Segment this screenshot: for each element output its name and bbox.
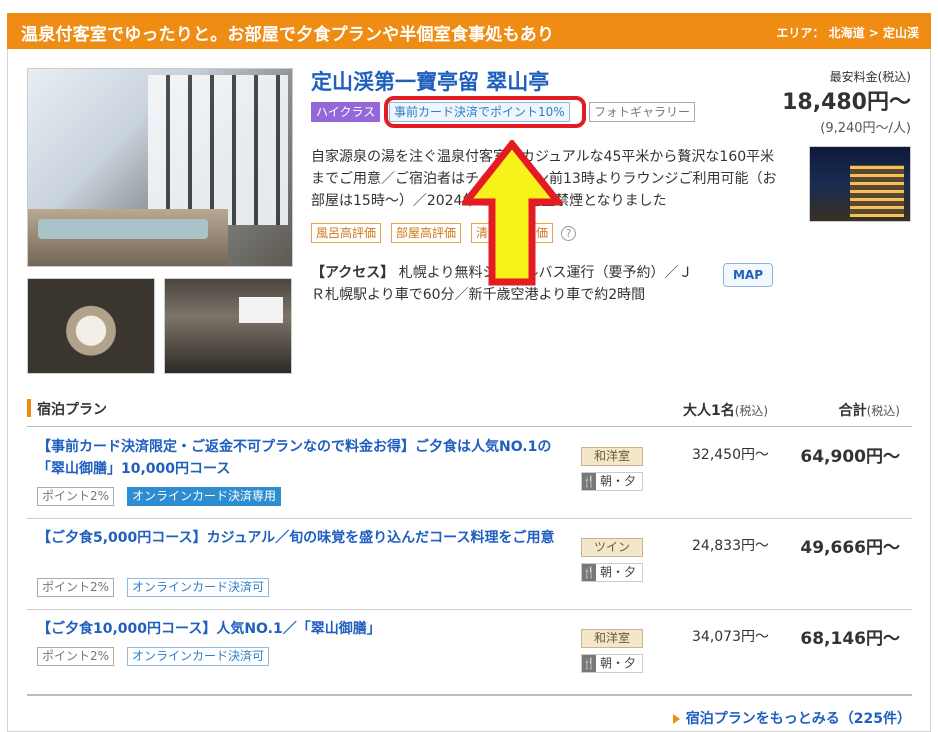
map-button[interactable]: MAP xyxy=(723,263,773,287)
more-plans-link[interactable]: 宿泊プランをもっとみる（225件） xyxy=(672,708,911,728)
plan-name-link[interactable]: 【ご夕食5,000円コース】カジュアル／旬の味覚を盛り込んだコース料理をご用意 xyxy=(37,527,567,549)
point-badge: ポイント2% xyxy=(37,647,115,666)
point-badge: ポイント2% xyxy=(37,578,115,597)
class-tag: ハイクラス xyxy=(311,102,381,122)
plan-row: 【ご夕食5,000円コース】カジュアル／旬の味覚を盛り込んだコース料理をご用意 … xyxy=(27,519,912,610)
triangle-right-icon xyxy=(672,714,680,724)
banner-title: 温泉付客室でゆったりと。お部屋で夕食プランや半個室食事処もあり xyxy=(21,25,555,45)
plan-row: 【事前カード決済限定・ご返金不可プランなので料金お得】ご夕食は人気NO.1の「翠… xyxy=(27,428,912,519)
fork-knife-icon: 🍴 xyxy=(582,655,596,672)
plan-section-title: 宿泊プラン xyxy=(37,402,107,418)
price-per-person: 32,450円～ xyxy=(692,447,769,463)
review-badge-room: 部屋高評価 xyxy=(391,223,462,243)
access-label: 【アクセス】 xyxy=(311,265,395,281)
photo-gallery-link[interactable]: フォトギャラリー xyxy=(589,102,696,122)
area-path[interactable]: 北海道 > 定山渓 xyxy=(829,26,919,40)
arrow-up-icon xyxy=(462,140,562,286)
area-breadcrumb: エリア： 北海道 > 定山渓 xyxy=(776,24,919,41)
sub-photo-lounge[interactable] xyxy=(164,278,292,374)
sub-photo-dish[interactable] xyxy=(27,278,155,374)
highlight-ring xyxy=(384,96,586,128)
main-photo-open-air-bath[interactable] xyxy=(27,68,293,267)
fork-knife-icon: 🍴 xyxy=(582,564,596,581)
payment-badge: オンラインカード決済可 xyxy=(127,647,270,666)
price-per-person: 34,073円～ xyxy=(692,629,769,645)
section-accent-bar xyxy=(27,399,31,417)
payment-badge: オンラインカード決済可 xyxy=(127,578,270,597)
area-prefix: エリア： xyxy=(776,26,825,40)
price-total: 68,146円～ xyxy=(800,629,900,649)
meal-badge: 🍴 朝・夕 xyxy=(581,563,643,582)
price-total: 49,666円～ xyxy=(800,538,900,558)
help-icon[interactable]: ? xyxy=(561,226,576,241)
payment-badge: オンラインカード決済専用 xyxy=(127,487,282,506)
min-price-label: 最安料金(税込) xyxy=(829,70,911,84)
total-column-header: 合計(税込) xyxy=(838,403,900,419)
plan-name-link[interactable]: 【ご夕食10,000円コース】人気NO.1／「翠山御膳」 xyxy=(37,618,567,640)
plan-row: 【ご夕食10,000円コース】人気NO.1／「翠山御膳」 ポイント2% オンライ… xyxy=(27,610,912,696)
review-badge-bath: 風呂高評価 xyxy=(311,223,382,243)
room-type-badge: ツイン xyxy=(581,538,643,557)
meal-badge: 🍴 朝・夕 xyxy=(581,472,643,491)
hotel-exterior-photo[interactable] xyxy=(809,146,911,222)
meal-badge: 🍴 朝・夕 xyxy=(581,654,643,673)
per-person-column-header: 大人1名(税込) xyxy=(683,403,769,419)
min-price: 18,480円～ xyxy=(782,90,911,115)
fork-knife-icon: 🍴 xyxy=(582,473,596,490)
plan-name-link[interactable]: 【事前カード決済限定・ご返金不可プランなので料金お得】ご夕食は人気NO.1の「翠… xyxy=(37,436,567,480)
plan-list-header: 宿泊プラン 大人1名(税込) 合計(税込) xyxy=(27,396,912,427)
price-per-person: 24,833円～ xyxy=(692,538,769,554)
room-type-badge: 和洋室 xyxy=(581,629,643,648)
hotel-name-link[interactable]: 定山渓第一寶亭留 翠山亭 xyxy=(311,66,549,96)
room-type-badge: 和洋室 xyxy=(581,447,643,466)
point-badge: ポイント2% xyxy=(37,487,115,506)
min-price-per-person: (9,240円～/人) xyxy=(820,121,911,136)
price-total: 64,900円～ xyxy=(800,447,900,467)
catchcopy-banner: 温泉付客室でゆったりと。お部屋で夕食プランや半個室食事処もあり エリア： 北海道… xyxy=(7,13,931,49)
